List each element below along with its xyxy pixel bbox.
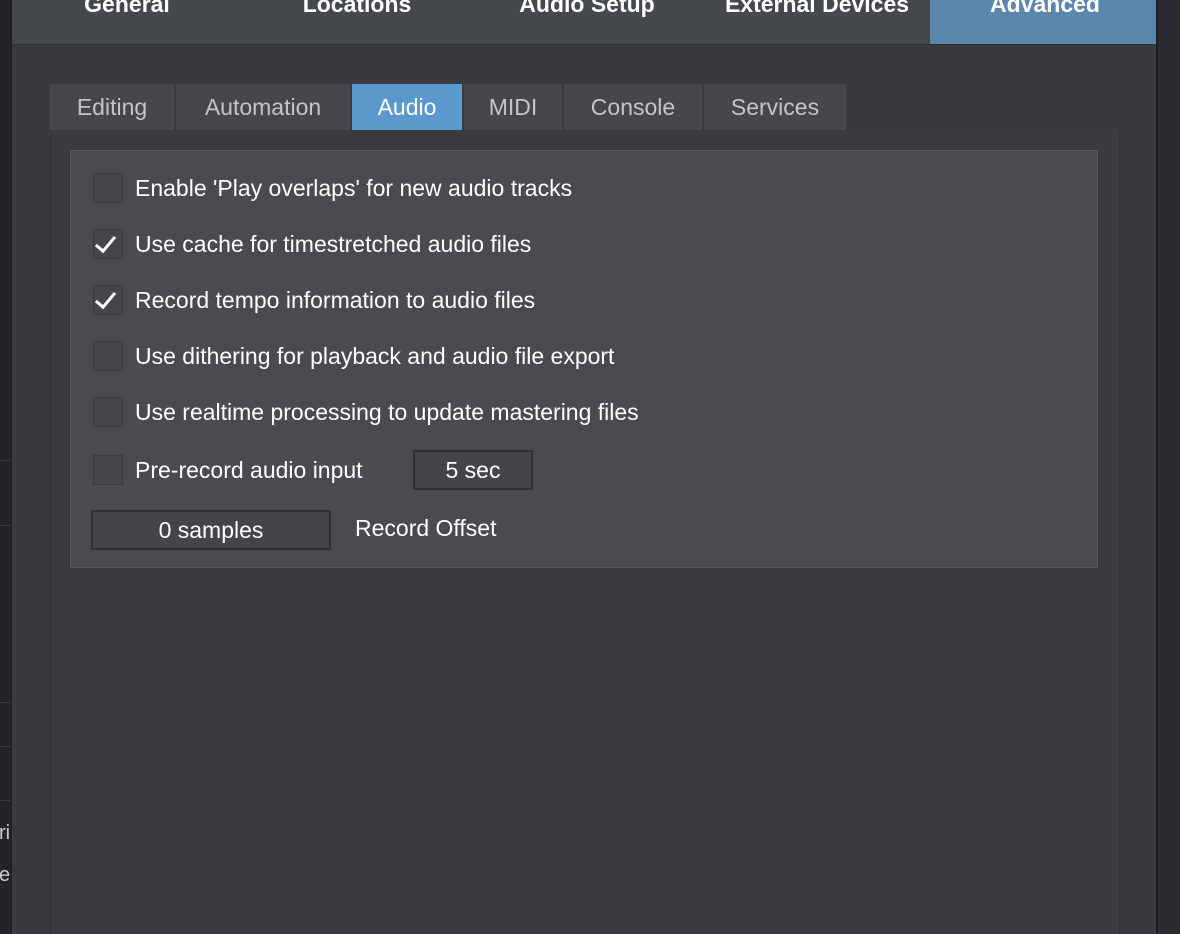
option-label: Use cache for timestretched audio files	[135, 230, 532, 257]
option-dithering: Use dithering for playback and audio fil…	[93, 340, 614, 372]
background-text-fragment: e	[0, 864, 11, 886]
option-record-tempo: Record tempo information to audio files	[93, 284, 535, 316]
divider	[0, 800, 10, 801]
pre-record-duration-field[interactable]: 5 sec	[413, 450, 533, 490]
divider	[0, 460, 10, 461]
option-label: Enable 'Play overlaps' for new audio tra…	[135, 174, 573, 201]
option-timestretch-cache: Use cache for timestretched audio files	[93, 228, 531, 260]
tab-audio-setup[interactable]: Audio Setup	[472, 0, 702, 44]
subtab-console[interactable]: Console	[564, 84, 702, 130]
top-tab-bar: General Locations Audio Setup External D…	[12, 0, 1160, 45]
tab-general[interactable]: General	[12, 0, 242, 44]
option-play-overlaps: Enable 'Play overlaps' for new audio tra…	[93, 172, 572, 204]
preferences-main: General Locations Audio Setup External D…	[10, 0, 1160, 934]
record-offset-label: Record Offset	[355, 515, 497, 541]
audio-options-panel: Enable 'Play overlaps' for new audio tra…	[70, 150, 1098, 568]
realtime-processing-checkbox[interactable]	[93, 397, 123, 427]
tab-advanced[interactable]: Advanced	[930, 0, 1160, 44]
subtab-services[interactable]: Services	[704, 84, 846, 130]
tab-external-devices[interactable]: External Devices	[702, 0, 932, 44]
subtab-audio[interactable]: Audio	[352, 84, 462, 130]
option-pre-record: Pre-record audio input	[93, 454, 363, 486]
play-overlaps-checkbox[interactable]	[93, 173, 123, 203]
tab-locations[interactable]: Locations	[242, 0, 472, 44]
divider	[0, 702, 10, 703]
timestretch-cache-checkbox[interactable]	[93, 229, 123, 259]
option-label: Record tempo information to audio files	[135, 286, 536, 313]
dithering-checkbox[interactable]	[93, 341, 123, 371]
record-offset-field[interactable]: 0 samples	[91, 510, 331, 550]
pre-record-checkbox[interactable]	[93, 455, 123, 485]
checkmark-icon	[94, 230, 117, 254]
subtab-midi[interactable]: MIDI	[464, 84, 562, 130]
preferences-window: ri e General Locations Audio Setup Exter…	[0, 0, 1180, 934]
window-edge	[1158, 0, 1180, 934]
subtab-automation[interactable]: Automation	[176, 84, 350, 130]
subtab-editing[interactable]: Editing	[50, 84, 174, 130]
divider	[0, 746, 10, 747]
option-realtime-processing: Use realtime processing to update master…	[93, 396, 639, 428]
background-window-edge: ri e	[0, 0, 10, 934]
option-label: Pre-record audio input	[135, 456, 363, 483]
checkmark-icon	[94, 286, 117, 310]
divider	[0, 525, 10, 526]
option-label: Use realtime processing to update master…	[135, 398, 639, 425]
option-label: Use dithering for playback and audio fil…	[135, 342, 615, 369]
background-text-fragment: ri	[0, 822, 11, 844]
record-tempo-checkbox[interactable]	[93, 285, 123, 315]
